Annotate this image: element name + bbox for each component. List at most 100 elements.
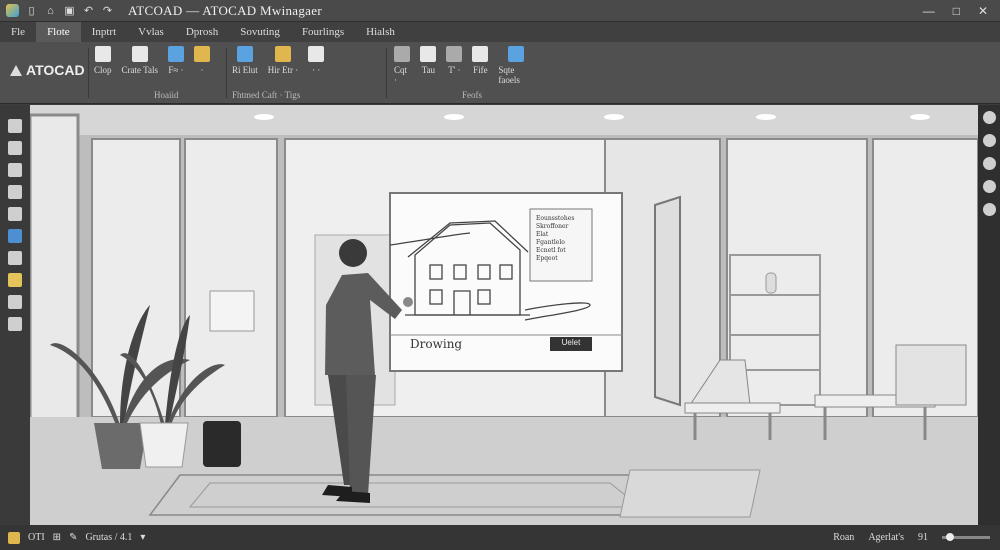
app-logo-icon[interactable] xyxy=(6,4,19,17)
tab-hialsh[interactable]: Hialsh xyxy=(355,22,406,42)
pan-icon[interactable] xyxy=(8,119,22,133)
table-tool[interactable]: Tau xyxy=(420,46,437,75)
text-tool[interactable]: · · xyxy=(308,46,325,75)
drawing-viewport[interactable]: Eounsstohes Skroffoner Elat Fgantlelo Ec… xyxy=(30,105,978,525)
status-mode[interactable]: OTI xyxy=(28,532,45,543)
new-file-icon[interactable]: ▯ xyxy=(25,4,38,17)
brand: ATOCAD xyxy=(10,62,85,78)
layers-icon[interactable] xyxy=(8,141,22,155)
undo-icon[interactable]: ↶ xyxy=(82,4,95,17)
camera-icon[interactable] xyxy=(8,295,22,309)
grid-icon xyxy=(167,46,184,62)
board-list-item: Fgantlelo xyxy=(536,239,565,246)
palette-icon xyxy=(193,46,210,62)
copy-tool[interactable]: Clop xyxy=(94,46,112,75)
pen-icon[interactable] xyxy=(982,203,996,216)
status-room[interactable]: Roan xyxy=(833,532,854,543)
board-list: Eounsstohes Skroffoner Elat Fgantlelo Ec… xyxy=(536,215,594,263)
flag-icon[interactable] xyxy=(982,157,996,170)
board-list-item: Ecnetl fot xyxy=(536,247,566,254)
autocad-window: ▯ ⌂ ▣ ↶ ↷ ATCOAD — ATOCAD Mwinagaer — □ … xyxy=(0,0,1000,550)
pencil-icon[interactable] xyxy=(8,251,22,265)
pen-icon[interactable] xyxy=(8,163,22,177)
status-zoom-value: 91 xyxy=(918,532,928,543)
line-icon[interactable] xyxy=(8,185,22,199)
ceiling-light xyxy=(910,114,930,120)
grid-tool[interactable]: F≈ · xyxy=(167,46,184,75)
globe-icon[interactable] xyxy=(982,111,996,124)
ceiling-light xyxy=(756,114,776,120)
open-file-icon[interactable]: ⌂ xyxy=(44,4,57,17)
pen-icon[interactable]: ✎ xyxy=(69,532,77,543)
note-icon[interactable] xyxy=(8,273,22,287)
quick-access-toolbar: ▯ ⌂ ▣ ↶ ↷ xyxy=(0,4,114,17)
autocad-logo-icon xyxy=(10,64,22,76)
zoom-slider[interactable] xyxy=(942,533,990,541)
tab-file[interactable]: Fle xyxy=(0,22,36,42)
group-label: Feofs xyxy=(462,90,482,100)
window-title: ATCOAD — ATOCAD Mwinagaer xyxy=(128,2,322,18)
title-bar: ▯ ⌂ ▣ ↶ ↷ ATCOAD — ATOCAD Mwinagaer — □ … xyxy=(0,0,1000,22)
redo-icon[interactable]: ↷ xyxy=(101,4,114,17)
palette-tool[interactable]: · xyxy=(193,46,210,75)
board-button[interactable]: Uelet xyxy=(550,338,592,347)
ceiling-light xyxy=(254,114,274,120)
edit-tool[interactable]: Ri Elut xyxy=(232,46,258,75)
link-icon[interactable] xyxy=(982,134,996,147)
pencil-icon xyxy=(236,46,253,62)
minimize-button[interactable]: — xyxy=(923,4,935,18)
layer-tool[interactable]: Hir Etr · xyxy=(268,46,298,75)
ceiling-light xyxy=(604,114,624,120)
brush-icon xyxy=(446,46,463,62)
chevron-down-icon[interactable]: ▾ xyxy=(140,532,145,543)
create-tables-tool[interactable]: Crate Tals xyxy=(122,46,158,75)
monitor-icon xyxy=(508,46,525,62)
close-button[interactable]: ✕ xyxy=(978,4,988,18)
tab-fourlings[interactable]: Fourlings xyxy=(291,22,355,42)
shape-icon[interactable] xyxy=(8,229,22,243)
tab-design[interactable]: Dprosh xyxy=(175,22,229,42)
ribbon: ATOCAD Clop Crate Tals F≈ · · Hoaiid Ri … xyxy=(0,42,1000,104)
copy-icon xyxy=(94,46,111,62)
tab-view[interactable]: Vvlas xyxy=(127,22,175,42)
status-logo-icon xyxy=(8,531,20,544)
columns-icon xyxy=(472,46,489,62)
ribbon-separator xyxy=(88,48,89,98)
right-toolbar xyxy=(978,105,1000,525)
brand-label: ATOCAD xyxy=(26,62,85,78)
tab-home[interactable]: Flote xyxy=(36,22,81,42)
status-layout[interactable]: Agerlat's xyxy=(868,532,904,543)
document-icon xyxy=(131,46,148,62)
scene-illustration xyxy=(30,105,978,525)
zoom-slider-knob[interactable] xyxy=(946,533,954,541)
folder-icon xyxy=(275,46,292,62)
ribbon-separator xyxy=(386,48,387,98)
status-scale[interactable]: Grutas / 4.1 xyxy=(85,532,132,543)
board-list-title: Eounsstohes xyxy=(536,215,575,222)
ribbon-group-draw: Ri Elut Hir Etr · · · Fhtmed Caft · Tigs xyxy=(232,46,372,102)
file-tool[interactable]: Fife xyxy=(472,46,489,75)
eraser-icon[interactable] xyxy=(8,207,22,221)
group-label: Fhtmed Caft · Tigs xyxy=(232,90,301,100)
board-list-item: Epqeot xyxy=(536,255,558,262)
tab-sovuting[interactable]: Sovuting xyxy=(229,22,291,42)
status-bar: OTI ⊞ ✎ Grutas / 4.1 ▾ Roan Agerlat's 91 xyxy=(0,525,1000,550)
save-tools-tool[interactable]: Sqte faoels xyxy=(498,46,534,85)
type-tool[interactable]: T' · xyxy=(446,46,463,75)
maximize-button[interactable]: □ xyxy=(953,4,960,18)
text-icon xyxy=(308,46,325,62)
ribbon-group-home: Clop Crate Tals F≈ · · Hoaiid xyxy=(94,46,224,102)
group-label: Hoaiid xyxy=(154,90,179,100)
orbit-icon[interactable] xyxy=(982,180,996,193)
ribbon-separator xyxy=(226,48,227,98)
ceiling-light xyxy=(444,114,464,120)
globe-icon xyxy=(394,46,411,62)
save-icon[interactable]: ▣ xyxy=(63,4,76,17)
table-icon xyxy=(420,46,437,62)
cut-tool[interactable]: Cqt · xyxy=(394,46,411,85)
grid-icon[interactable]: ⊞ xyxy=(53,532,61,543)
tab-insert[interactable]: Inptrt xyxy=(81,22,127,42)
board-list-item: Elat xyxy=(536,231,549,238)
settings-icon[interactable] xyxy=(8,317,22,331)
trash-bin xyxy=(203,421,241,467)
